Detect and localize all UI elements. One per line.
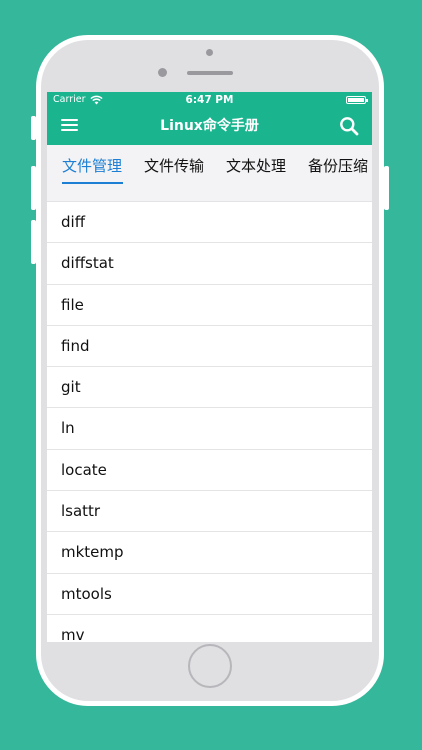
list-item[interactable]: git: [47, 367, 372, 409]
nav-bar: Linux命令手册: [47, 108, 372, 145]
search-icon[interactable]: [339, 116, 359, 136]
app-screen: Carrier 6:47 PM Linux命令手册 文件管理 文件传输 文本处理…: [47, 92, 372, 642]
tab-backup-compress[interactable]: 备份压缩: [308, 154, 368, 178]
status-time: 6:47 PM: [185, 94, 234, 106]
earpiece-speaker: [187, 71, 233, 75]
list-item[interactable]: find: [47, 325, 372, 368]
front-camera: [206, 49, 213, 56]
list-item[interactable]: diff: [47, 202, 372, 244]
list-item[interactable]: locate: [47, 449, 372, 492]
tab-file-transfer[interactable]: 文件传输: [144, 154, 204, 178]
list-item[interactable]: ln: [47, 408, 372, 450]
list-item[interactable]: mktemp: [47, 532, 372, 574]
tab-file-management[interactable]: 文件管理: [62, 154, 122, 178]
list-item[interactable]: mv: [47, 614, 372, 642]
list-item[interactable]: file: [47, 284, 372, 326]
tab-text-processing[interactable]: 文本处理: [226, 154, 286, 178]
command-list: diff diffstat file find git ln locate ls…: [47, 202, 372, 642]
active-tab-indicator: [62, 182, 123, 184]
list-item[interactable]: lsattr: [47, 491, 372, 533]
home-button[interactable]: [188, 644, 232, 688]
category-tabs: 文件管理 文件传输 文本处理 备份压缩: [47, 145, 372, 202]
power-button: [384, 166, 389, 210]
list-item[interactable]: mtools: [47, 573, 372, 615]
list-item[interactable]: diffstat: [47, 243, 372, 285]
proximity-sensor: [158, 68, 167, 77]
page-title: Linux命令手册: [160, 118, 259, 134]
battery-icon: [346, 96, 368, 104]
status-bar: Carrier 6:47 PM: [47, 92, 372, 108]
